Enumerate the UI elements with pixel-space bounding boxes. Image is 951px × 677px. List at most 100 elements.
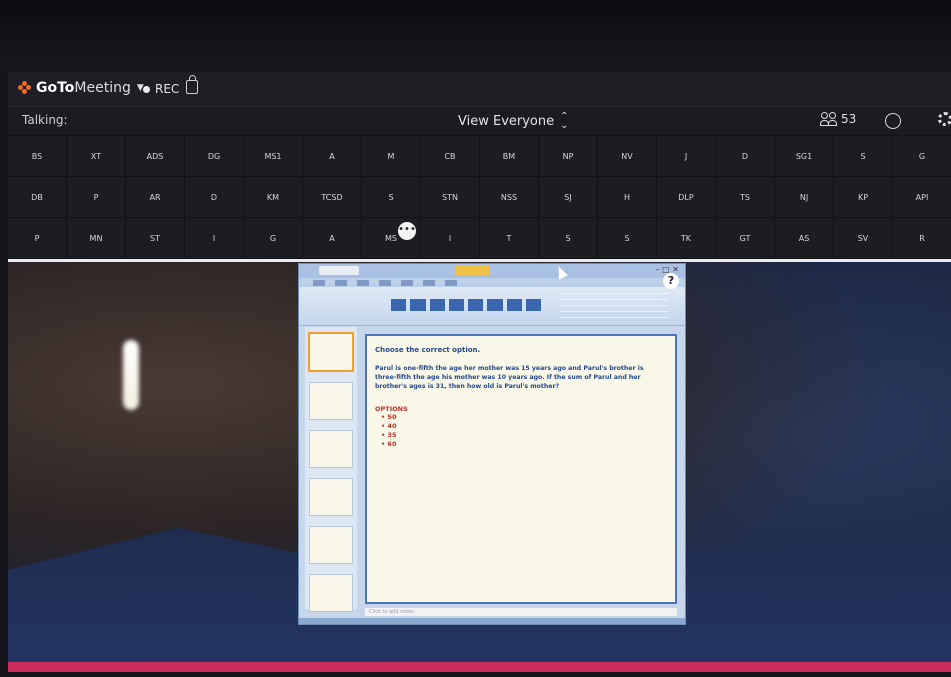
view-label: View Everyone bbox=[458, 113, 555, 129]
participant-tile[interactable]: GT bbox=[716, 218, 774, 258]
participant-tile[interactable]: S bbox=[598, 218, 656, 258]
ribbon-tab[interactable] bbox=[379, 280, 391, 286]
option-item: • 35 bbox=[381, 431, 397, 439]
app-menu[interactable]: GoToMeeting ▼ bbox=[18, 80, 144, 96]
participant-tile[interactable]: TS bbox=[716, 177, 774, 217]
slide-canvas[interactable]: Choose the correct option. Parul is one-… bbox=[365, 334, 677, 604]
powerpoint-window[interactable]: – □ ✕ ? Choose the correct option. Parul… bbox=[298, 263, 686, 625]
participant-tile[interactable]: NP bbox=[539, 136, 597, 176]
slide-thumbnail[interactable] bbox=[309, 574, 353, 612]
participant-tile[interactable]: BS bbox=[8, 136, 66, 176]
option-item: • 60 bbox=[381, 440, 397, 448]
slide-thumbnails bbox=[305, 327, 357, 612]
more-options-icon[interactable]: ••• bbox=[398, 222, 416, 240]
ppt-title-bar: – □ ✕ bbox=[299, 264, 685, 278]
ppt-status-bar bbox=[299, 618, 685, 624]
participant-tile[interactable]: DLP bbox=[657, 177, 715, 217]
participant-tile[interactable]: STN bbox=[421, 177, 479, 217]
participant-tile[interactable]: P bbox=[8, 218, 66, 258]
participant-tile[interactable]: G bbox=[893, 136, 951, 176]
view-everyone-selector[interactable]: View Everyone ⌃ ⌄ bbox=[458, 112, 569, 131]
quick-access-toolbar[interactable] bbox=[319, 266, 359, 275]
participant-tile[interactable]: A bbox=[303, 218, 361, 258]
option-item: • 50 bbox=[381, 413, 397, 421]
attendees-button[interactable]: 53 bbox=[820, 111, 856, 127]
record-label: REC bbox=[155, 82, 180, 96]
participant-tile[interactable]: MN bbox=[67, 218, 125, 258]
participant-tile[interactable]: H bbox=[598, 177, 656, 217]
slide-thumbnail[interactable] bbox=[308, 332, 354, 372]
participant-tile[interactable]: BM bbox=[480, 136, 538, 176]
participant-tile[interactable]: I bbox=[421, 218, 479, 258]
options-title: OPTIONS bbox=[375, 405, 408, 413]
ribbon: ? bbox=[299, 273, 685, 326]
option-item: • 40 bbox=[381, 422, 397, 430]
participant-tile[interactable]: TK bbox=[657, 218, 715, 258]
participant-tile[interactable]: J bbox=[657, 136, 715, 176]
participant-tile[interactable]: DB bbox=[8, 177, 66, 217]
slide-thumbnail[interactable] bbox=[309, 526, 353, 564]
participant-tile[interactable]: NJ bbox=[775, 177, 833, 217]
participant-tile[interactable]: AS bbox=[775, 218, 833, 258]
shared-screen: – □ ✕ ? Choose the correct option. Parul… bbox=[8, 262, 951, 672]
ribbon-options[interactable] bbox=[559, 293, 669, 319]
ribbon-tab[interactable] bbox=[313, 280, 325, 286]
notes-pane[interactable]: Click to add notes bbox=[365, 608, 677, 616]
ribbon-tab[interactable] bbox=[445, 280, 457, 286]
slide-thumbnail[interactable] bbox=[309, 430, 353, 468]
participant-tile[interactable]: ADS bbox=[126, 136, 184, 176]
brand-name: GoToMeeting bbox=[36, 80, 131, 96]
participant-tile[interactable]: D bbox=[185, 177, 243, 217]
participant-tile[interactable]: SV bbox=[834, 218, 892, 258]
participant-tile[interactable]: S bbox=[834, 136, 892, 176]
top-bar: GoToMeeting ▼ REC bbox=[8, 72, 951, 107]
participant-tile[interactable]: A bbox=[303, 136, 361, 176]
participant-tile[interactable]: MS1 bbox=[244, 136, 302, 176]
participant-tile[interactable]: XT bbox=[67, 136, 125, 176]
participant-tile[interactable]: DG bbox=[185, 136, 243, 176]
talking-label: Talking: bbox=[22, 113, 68, 127]
slide-thumbnail[interactable] bbox=[309, 382, 353, 420]
participant-tile[interactable]: ST bbox=[126, 218, 184, 258]
record-button[interactable]: REC bbox=[143, 82, 179, 96]
participant-tile[interactable]: API bbox=[893, 177, 951, 217]
participant-tile[interactable]: CB bbox=[421, 136, 479, 176]
participant-tile[interactable]: M bbox=[362, 136, 420, 176]
layout-buttons[interactable] bbox=[391, 293, 541, 319]
participant-tile[interactable]: S bbox=[539, 218, 597, 258]
participant-tile[interactable]: SJ bbox=[539, 177, 597, 217]
gear-icon[interactable] bbox=[938, 112, 951, 126]
monitor-bezel bbox=[0, 0, 951, 72]
participant-tile[interactable]: D bbox=[716, 136, 774, 176]
participant-tile[interactable]: SG1 bbox=[775, 136, 833, 176]
talking-bar: Talking: View Everyone ⌃ ⌄ 53 bbox=[8, 107, 951, 135]
participant-tile[interactable]: S bbox=[362, 177, 420, 217]
ribbon-tab[interactable] bbox=[357, 280, 369, 286]
slide-question: Parul is one-fifth the age her mother wa… bbox=[375, 365, 644, 390]
slide-heading: Choose the correct option. bbox=[375, 346, 481, 354]
help-icon[interactable]: ? bbox=[663, 273, 679, 289]
people-icon bbox=[820, 111, 838, 127]
participant-tile[interactable]: TCSD bbox=[303, 177, 361, 217]
lock-icon[interactable] bbox=[186, 75, 198, 94]
lamp-glare bbox=[123, 340, 139, 410]
participant-tile[interactable]: NSS bbox=[480, 177, 538, 217]
ribbon-tab[interactable] bbox=[401, 280, 413, 286]
participant-tile[interactable]: MS ••• bbox=[362, 218, 420, 258]
contextual-tab[interactable] bbox=[455, 265, 489, 276]
participant-tile[interactable]: P bbox=[67, 177, 125, 217]
participant-tile[interactable]: AR bbox=[126, 177, 184, 217]
participant-tile[interactable]: KM bbox=[244, 177, 302, 217]
participant-tile[interactable]: R bbox=[893, 218, 951, 258]
slide-thumbnail[interactable] bbox=[309, 478, 353, 516]
participant-tile[interactable]: T bbox=[480, 218, 538, 258]
chat-icon[interactable] bbox=[885, 113, 901, 129]
record-dot-icon bbox=[143, 85, 150, 93]
ribbon-tab[interactable] bbox=[335, 280, 347, 286]
gotomeeting-logo-icon bbox=[18, 81, 32, 95]
participant-tile[interactable]: KP bbox=[834, 177, 892, 217]
participant-tile[interactable]: G bbox=[244, 218, 302, 258]
ribbon-tab[interactable] bbox=[423, 280, 435, 286]
participant-tile[interactable]: I bbox=[185, 218, 243, 258]
participant-tile[interactable]: NV bbox=[598, 136, 656, 176]
